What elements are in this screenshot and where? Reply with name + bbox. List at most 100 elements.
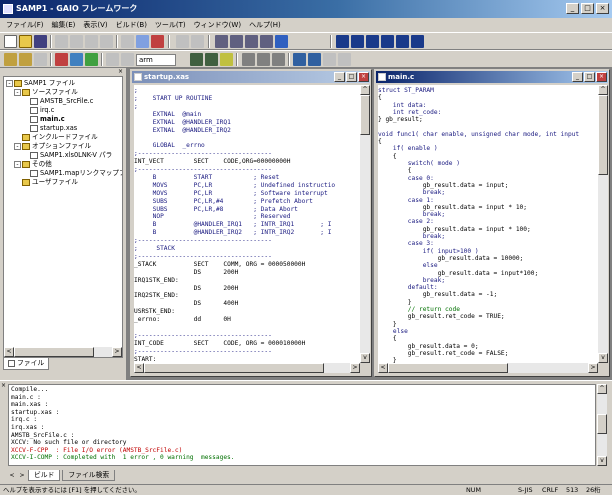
startup-maximize-button[interactable]: □ [346,72,357,82]
find-icon[interactable] [215,35,228,48]
find-prev-icon[interactable] [245,35,258,48]
menu-edit[interactable]: 編集(E) [48,20,80,30]
close-button[interactable]: × [596,3,609,14]
collapse-icon[interactable]: - [14,143,21,150]
scroll-right-icon[interactable]: > [588,363,598,373]
startup-xas-editor[interactable]: ;; START UP ROUTINE; EXTNAL @main EXTNAL… [134,85,360,363]
scroll-up-icon[interactable]: ^ [597,384,607,394]
options-icon[interactable] [121,53,134,66]
main-minimize-button[interactable]: _ [572,72,583,82]
scroll-left-icon[interactable]: < [134,363,144,373]
tree-item-source-files[interactable]: - ソースファイル [14,88,78,97]
delete-icon[interactable] [100,35,113,48]
print-icon[interactable] [121,35,134,48]
scroll-thumb[interactable] [144,363,324,373]
scroll-down-icon[interactable]: v [360,353,370,363]
build-icon[interactable] [136,35,149,48]
menu-help[interactable]: ヘルプ(H) [245,20,285,30]
output-text[interactable]: Compile... main.c : main.xas : startup.xas … [8,384,596,466]
tree-item-option-files[interactable]: - オプションファイル [14,142,91,151]
target-combo[interactable]: arm [136,54,176,66]
main-close-button[interactable]: × [596,72,607,82]
tab-files[interactable]: ファイル [3,358,50,370]
tree-item-user-files[interactable]: ユーザファイル [22,178,78,187]
tool-f-icon[interactable] [272,53,285,66]
window-icon[interactable] [336,35,349,48]
tool-b-icon[interactable] [205,53,218,66]
compile-icon[interactable] [4,53,17,66]
scroll-right-icon[interactable]: > [112,347,122,357]
tree-item-root[interactable]: - SAMP1 ファイル [6,79,75,88]
startup-vscroll[interactable]: ^ v [360,85,370,363]
startup-close-button[interactable]: × [358,72,369,82]
scroll-down-icon[interactable]: v [598,353,608,363]
menu-build[interactable]: ビルド(B) [112,20,151,30]
arrange-icon[interactable] [396,35,409,48]
tool-c-icon[interactable] [220,53,233,66]
tree-item-amstb-srcfile[interactable]: AMSTB_SrcFile.c [30,97,93,106]
help-icon[interactable] [34,53,47,66]
scroll-right-icon[interactable]: > [350,363,360,373]
scroll-left-icon[interactable]: < [378,363,388,373]
tool-i-icon[interactable] [323,53,336,66]
undo-icon[interactable] [176,35,189,48]
scroll-left-icon[interactable]: < [4,347,14,357]
main-maximize-button[interactable]: □ [584,72,595,82]
close-all-icon[interactable] [411,35,424,48]
main-c-editor[interactable]: struct ST_PARAM{ int data: int ret_code:… [378,85,598,363]
tool-j-icon[interactable] [338,53,351,66]
execute-icon[interactable] [85,53,98,66]
startup-hscroll[interactable]: < > [134,363,360,373]
find-next-icon[interactable] [230,35,243,48]
scroll-up-icon[interactable]: ^ [598,85,608,95]
menu-file[interactable]: ファイル(F) [2,20,48,30]
maximize-button[interactable]: □ [581,3,594,14]
tree-item-main-c[interactable]: main.c [30,115,65,124]
copy-icon[interactable] [70,35,83,48]
tile-vertical-icon[interactable] [381,35,394,48]
tool-e-icon[interactable] [257,53,270,66]
scroll-thumb[interactable] [14,347,94,357]
redo-icon[interactable] [191,35,204,48]
scroll-down-icon[interactable]: v [597,456,607,466]
tab-file-search[interactable]: ファイル検索 [62,470,116,481]
scroll-thumb[interactable] [598,95,608,175]
collapse-icon[interactable]: - [14,89,21,96]
bookmark-icon[interactable] [275,35,288,48]
tree-item-samp1-xls[interactable]: SAMP1.xls0LNK-V パラ [30,151,112,160]
output-pane-close-button[interactable]: × [1,383,7,390]
tab-build[interactable]: ビルド [28,470,61,481]
scroll-thumb[interactable] [360,95,370,135]
tree-item-others[interactable]: - その他 [14,160,52,169]
collapse-icon[interactable]: - [6,80,13,87]
project-tree-hscroll[interactable]: < > [4,347,122,357]
tool-g-icon[interactable] [293,53,306,66]
tree-item-irq-c[interactable]: irq.c [30,106,54,115]
project-pane-close-button[interactable]: × [117,69,124,76]
tree-item-startup-xas[interactable]: startup.xas [30,124,77,133]
replace-icon[interactable] [260,35,273,48]
main-hscroll[interactable]: < > [378,363,598,373]
main-vscroll[interactable]: ^ v [598,85,608,363]
scroll-up-icon[interactable]: ^ [360,85,370,95]
tab-scroll-left-icon[interactable]: < [8,471,16,480]
tab-scroll-right-icon[interactable]: > [18,471,26,480]
startup-minimize-button[interactable]: _ [334,72,345,82]
simulator-icon[interactable] [70,53,83,66]
menu-view[interactable]: 表示(V) [79,20,111,30]
tree-item-samp1-map[interactable]: SAMP1.mapリンクマップファ [30,169,122,178]
target-icon[interactable] [106,53,119,66]
debug-icon[interactable] [55,53,68,66]
minimize-button[interactable]: _ [566,3,579,14]
output-vscroll[interactable]: ^ v [597,384,607,466]
menu-window[interactable]: ウィンドウ(W) [190,20,245,30]
rebuild-icon[interactable] [151,35,164,48]
tool-h-icon[interactable] [308,53,321,66]
open-folder-icon[interactable] [19,35,32,48]
tool-d-icon[interactable] [242,53,255,66]
link-icon[interactable] [19,53,32,66]
tree-item-include-files[interactable]: インクルードファイル [22,133,98,142]
cascade-icon[interactable] [351,35,364,48]
cut-icon[interactable] [55,35,68,48]
tool-a-icon[interactable] [190,53,203,66]
